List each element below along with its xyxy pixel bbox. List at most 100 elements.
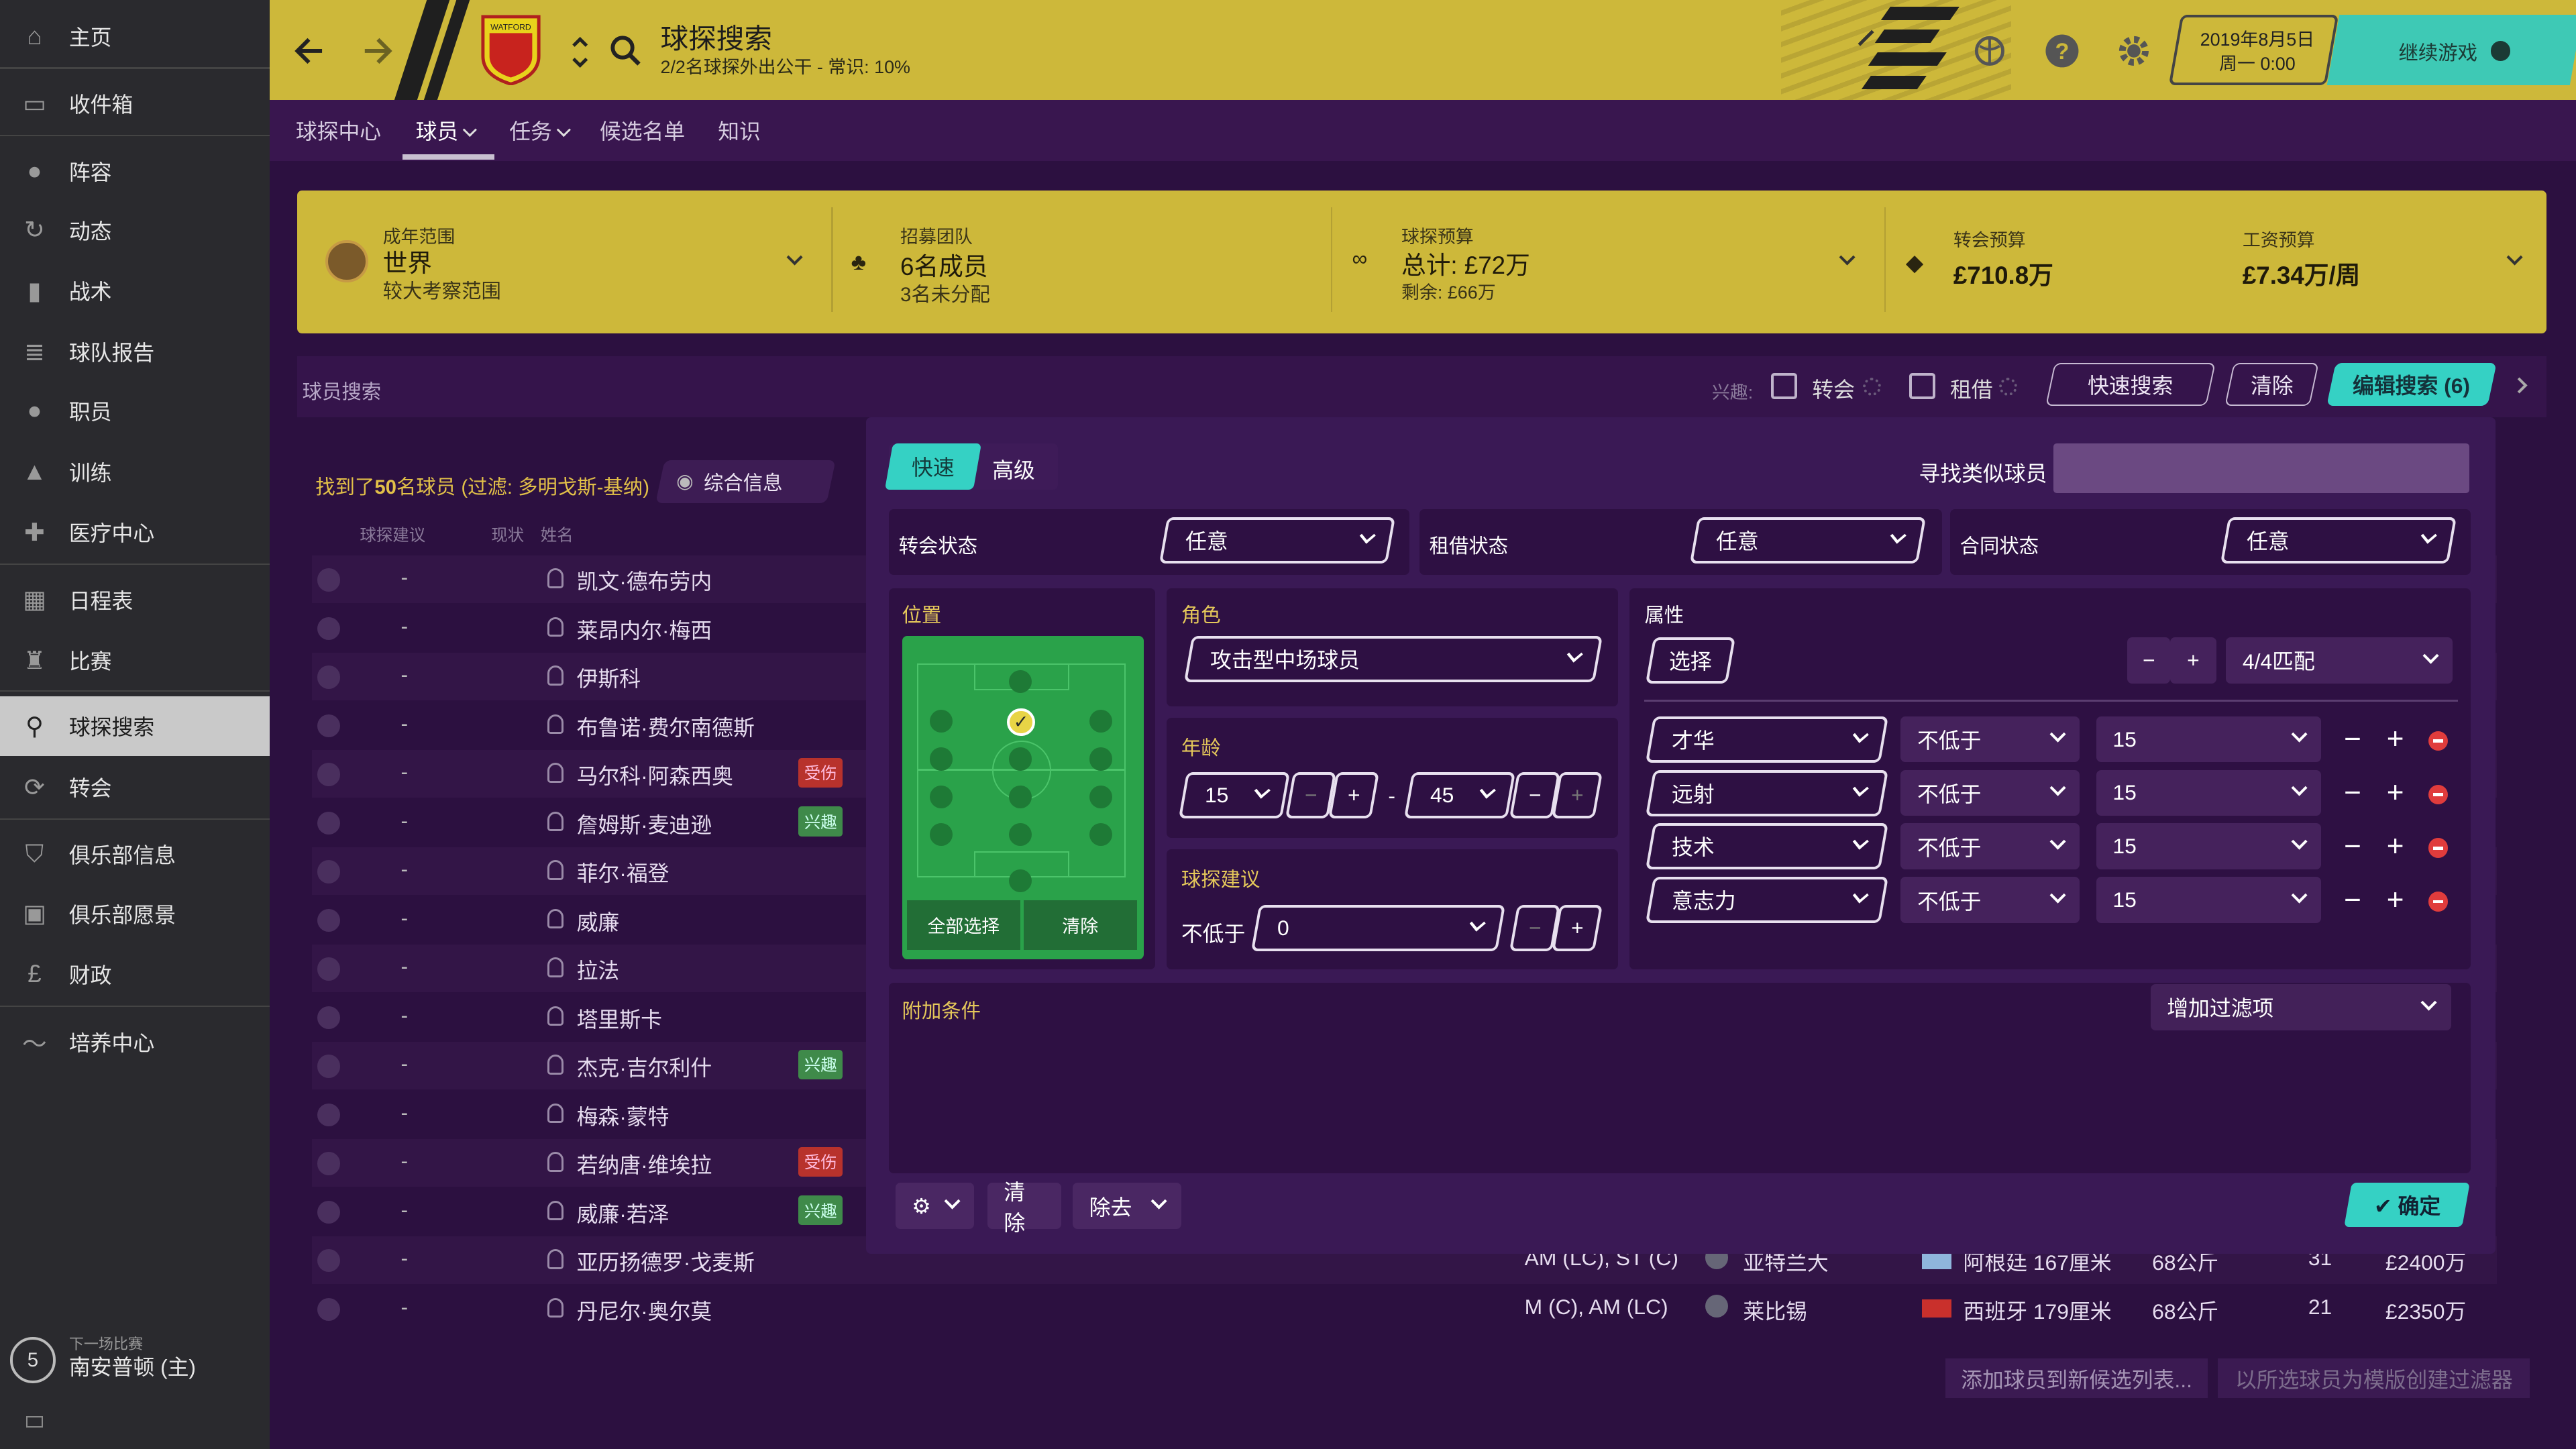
- position-dot[interactable]: [1089, 747, 1112, 771]
- sidebar-item-report[interactable]: ≣ 球队报告: [0, 322, 270, 381]
- col-recommendation[interactable]: 球探建议: [360, 523, 425, 546]
- player-name[interactable]: 杰克·吉尔利什: [577, 1051, 712, 1082]
- clear-positions-button[interactable]: 清除: [1023, 900, 1137, 950]
- rec-increase-button[interactable]: +: [1552, 905, 1603, 951]
- select-checkbox[interactable]: [317, 616, 340, 641]
- sidebar-item-development[interactable]: 〜培养中心: [0, 1012, 270, 1071]
- similar-player-input[interactable]: [2053, 443, 2469, 493]
- attr-value-dropdown[interactable]: 15: [2096, 716, 2322, 763]
- confirm-button[interactable]: ✔ 确定: [2343, 1183, 2470, 1228]
- select-all-button[interactable]: 全部选择: [906, 900, 1020, 950]
- up-down-icon[interactable]: [570, 34, 590, 70]
- sidebar-item-medical[interactable]: ✚ 医疗中心: [0, 502, 270, 561]
- attr-name-dropdown[interactable]: 技术: [1645, 823, 1889, 869]
- attr-decrease-button[interactable]: −: [2336, 830, 2369, 863]
- search-icon[interactable]: [608, 33, 644, 69]
- player-name[interactable]: 布鲁诺·费尔南德斯: [577, 711, 755, 742]
- select-checkbox[interactable]: [317, 1297, 340, 1321]
- attr-select-button[interactable]: 选择: [1645, 637, 1736, 684]
- player-name[interactable]: 菲尔·福登: [577, 857, 669, 888]
- attr-decrease-button[interactable]: −: [2336, 883, 2369, 916]
- position-dot[interactable]: [1008, 785, 1032, 808]
- attr-decrease-button[interactable]: −: [2336, 776, 2369, 809]
- player-name[interactable]: 若纳唐·维埃拉: [577, 1148, 712, 1179]
- player-name[interactable]: 莱昂内尔·梅西: [577, 614, 712, 645]
- position-dot[interactable]: [1008, 747, 1032, 771]
- tab-tasks[interactable]: 任务: [509, 115, 552, 146]
- clear-filter-button[interactable]: 清除: [2224, 363, 2320, 406]
- match-decrease-button[interactable]: −: [2127, 637, 2171, 684]
- select-checkbox[interactable]: [317, 1103, 340, 1127]
- attr-value-dropdown[interactable]: 15: [2096, 877, 2322, 923]
- notes-icon[interactable]: [26, 1416, 43, 1428]
- player-name[interactable]: 拉法: [577, 954, 620, 985]
- sidebar-item-staff[interactable]: ● 职员: [0, 381, 270, 440]
- edit-search-button[interactable]: 编辑搜索 (6): [2326, 363, 2497, 406]
- select-checkbox[interactable]: [317, 1249, 340, 1273]
- sidebar-item-calendar[interactable]: ▦ 日程表: [0, 570, 270, 629]
- globe-icon[interactable]: [1972, 33, 2008, 69]
- age-max-dropdown[interactable]: 45: [1403, 772, 1516, 818]
- position-dot[interactable]: [930, 747, 953, 771]
- player-name[interactable]: 威廉: [577, 906, 620, 936]
- table-row[interactable]: - 丹尼尔·奥尔莫 M (C), AM (LC) 莱比锡 西班牙 179厘米 68公斤 21…: [312, 1285, 2497, 1332]
- settings-dropdown[interactable]: ⚙: [895, 1183, 975, 1229]
- tab-advanced[interactable]: 高级: [992, 453, 1035, 484]
- sidebar-item-transfer[interactable]: ⟳ 转会: [0, 757, 270, 816]
- select-checkbox[interactable]: [317, 957, 340, 981]
- position-dot[interactable]: [1008, 822, 1032, 847]
- player-name[interactable]: 伊斯科: [577, 662, 641, 693]
- attr-increase-button[interactable]: +: [2379, 830, 2412, 863]
- clear-button[interactable]: 清除: [987, 1180, 1062, 1235]
- sidebar-item-shield[interactable]: ⛉ 俱乐部信息: [0, 824, 270, 883]
- remove-attr-icon[interactable]: [2428, 838, 2448, 858]
- player-name[interactable]: 詹姆斯·麦迪逊: [577, 808, 712, 839]
- tab-players[interactable]: 球员: [416, 115, 459, 146]
- add-shortlist-button[interactable]: 添加球员到新候选列表...: [1945, 1358, 2208, 1399]
- settings-gear-icon[interactable]: [2116, 33, 2152, 69]
- player-name[interactable]: 凯文·德布劳内: [577, 565, 712, 596]
- select-checkbox[interactable]: [317, 811, 340, 835]
- attr-value-dropdown[interactable]: 15: [2096, 823, 2322, 869]
- remove-attr-icon[interactable]: [2428, 784, 2448, 805]
- loan-checkbox[interactable]: [1909, 372, 1935, 400]
- age-max-increase-button[interactable]: +: [1552, 772, 1603, 818]
- quick-search-dropdown[interactable]: 快速搜索: [2045, 363, 2216, 406]
- tab-shortlist[interactable]: 候选名单: [600, 115, 685, 146]
- attr-value-dropdown[interactable]: 15: [2096, 769, 2322, 816]
- remove-attr-icon[interactable]: [2428, 892, 2448, 912]
- loan-status-dropdown[interactable]: 任意: [1689, 517, 1927, 564]
- sidebar-item-training[interactable]: ▲ 训练: [0, 442, 270, 501]
- player-name[interactable]: 马尔科·阿森西奥: [577, 759, 733, 790]
- sidebar-item-briefcase[interactable]: ▣ 俱乐部愿景: [0, 884, 270, 943]
- back-arrow-icon[interactable]: [292, 33, 329, 69]
- attr-condition-dropdown[interactable]: 不低于: [1900, 716, 2080, 763]
- sidebar-item-squad[interactable]: ● 阵容: [0, 142, 270, 201]
- create-filter-button[interactable]: 以所选球员为模版创建过滤器: [2218, 1358, 2530, 1399]
- attr-increase-button[interactable]: +: [2379, 776, 2412, 809]
- tab-knowledge[interactable]: 知识: [718, 115, 761, 146]
- select-checkbox[interactable]: [317, 908, 340, 932]
- sidebar-item-search[interactable]: ⚲ 球探搜索: [0, 696, 270, 756]
- col-status[interactable]: 现状: [491, 523, 524, 546]
- select-checkbox[interactable]: [317, 1200, 340, 1224]
- select-checkbox[interactable]: [317, 665, 340, 689]
- select-checkbox[interactable]: [317, 860, 340, 883]
- attr-name-dropdown[interactable]: 远射: [1645, 769, 1889, 816]
- range-value[interactable]: 世界: [383, 243, 432, 279]
- remove-dropdown[interactable]: 除去: [1073, 1183, 1181, 1229]
- player-name[interactable]: 亚历扬德罗·戈麦斯: [577, 1246, 755, 1277]
- attr-name-dropdown[interactable]: 才华: [1645, 716, 1889, 763]
- player-name[interactable]: 塔里斯卡: [577, 1003, 662, 1034]
- team-label[interactable]: 招募团队: [900, 222, 973, 248]
- position-dot[interactable]: [1089, 709, 1112, 733]
- attr-condition-dropdown[interactable]: 不低于: [1900, 823, 2080, 869]
- attr-name-dropdown[interactable]: 意志力: [1645, 877, 1889, 923]
- select-checkbox[interactable]: [317, 1055, 340, 1078]
- select-checkbox[interactable]: [317, 763, 340, 786]
- help-icon[interactable]: ?: [2044, 33, 2080, 69]
- position-dot[interactable]: [930, 785, 953, 808]
- select-checkbox[interactable]: [317, 1006, 340, 1030]
- next-match[interactable]: 南安普顿 (主): [69, 1350, 196, 1381]
- tab-scout-center[interactable]: 球探中心: [296, 115, 381, 146]
